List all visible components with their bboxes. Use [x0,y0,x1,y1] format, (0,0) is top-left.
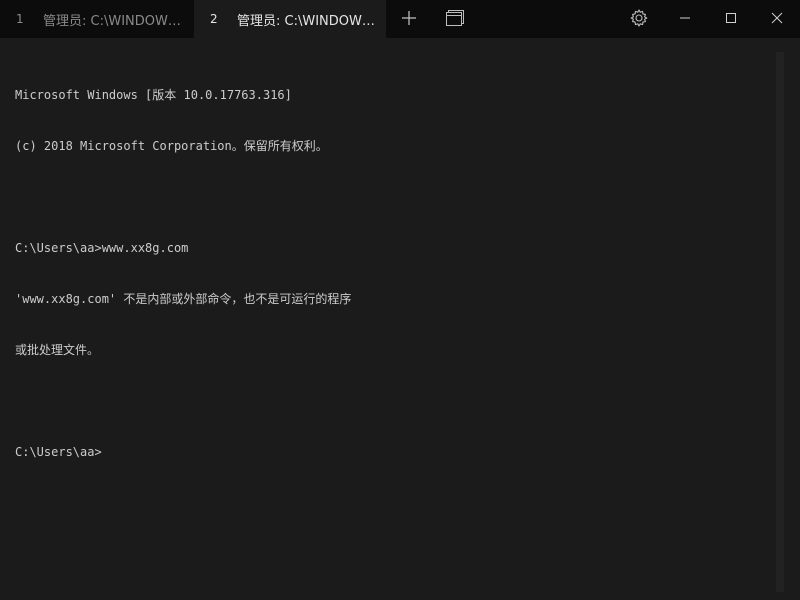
tab-2[interactable]: 2 管理员: C:\WINDOWS\system32\cmd.exe [194,0,386,38]
tab-1[interactable]: 1 管理员: C:\WINDOWS\system32\cmd.exe [0,0,194,38]
gear-icon [630,9,648,27]
terminal-line: (c) 2018 Microsoft Corporation。保留所有权利。 [15,139,328,153]
terminal-line: C:\Users\aa> [15,445,102,459]
tab-title: 管理员: C:\WINDOWS\system32\cmd.exe [43,13,185,29]
plus-icon [402,11,416,25]
terminal-line: 或批处理文件。 [15,343,100,357]
minimize-button[interactable] [662,0,708,36]
terminal-output: Microsoft Windows [版本 10.0.17763.316] (c… [15,53,351,495]
title-bar: 1 管理员: C:\WINDOWS\system32\cmd.exe 2 管理员… [0,0,800,38]
terminal-pane[interactable]: Microsoft Windows [版本 10.0.17763.316] (c… [0,38,800,600]
window-stack-icon [446,10,464,26]
maximize-icon [726,13,736,23]
close-icon [771,12,783,24]
new-tab-button[interactable] [386,0,432,36]
close-button[interactable] [754,0,800,36]
terminal-line: 'www.xx8g.com' 不是内部或外部命令，也不是可运行的程序 [15,292,352,306]
tab-title: 管理员: C:\WINDOWS\system32\cmd.exe [237,13,379,29]
scrollbar[interactable] [776,52,784,592]
tab-index: 1 [16,12,24,26]
tab-dropdown-button[interactable] [432,0,478,36]
settings-button[interactable] [616,0,662,36]
tab-index: 2 [210,12,218,26]
terminal-line: C:\Users\aa>www.xx8g.com [15,241,189,255]
maximize-button[interactable] [708,0,754,36]
terminal-line: Microsoft Windows [版本 10.0.17763.316] [15,88,292,102]
minimize-icon [680,17,690,19]
